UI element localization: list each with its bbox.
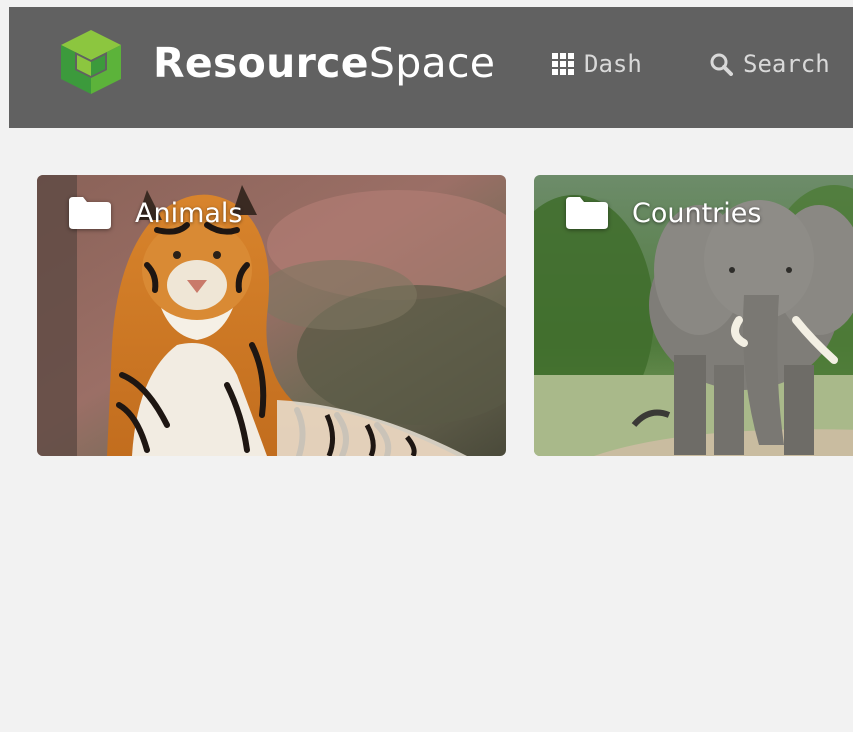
- brand-name[interactable]: ResourceSpace: [153, 38, 495, 88]
- collection-tile-animals[interactable]: Animals: [37, 175, 506, 456]
- nav-search-label: Search: [743, 50, 830, 78]
- nav-dash-label: Dash: [584, 50, 642, 78]
- tile-label-countries: Countries: [566, 197, 761, 229]
- tile-title-animals: Animals: [135, 197, 243, 229]
- folder-icon: [566, 197, 608, 229]
- search-icon: [710, 53, 733, 76]
- app-frame: ResourceSpace Dash Search Animals Countr…: [0, 0, 853, 732]
- resourcespace-cube-logo-icon[interactable]: [55, 28, 127, 96]
- collection-tile-countries[interactable]: Countries: [534, 175, 853, 456]
- brand-name-light: Space: [368, 39, 496, 87]
- folder-icon: [69, 197, 111, 229]
- top-header: ResourceSpace Dash Search: [9, 7, 853, 128]
- grid-icon: [552, 53, 574, 75]
- brand-name-bold: Resource: [153, 39, 369, 87]
- tile-label-animals: Animals: [69, 197, 243, 229]
- nav-search-link[interactable]: Search: [709, 49, 830, 79]
- nav-dash-link[interactable]: Dash: [552, 49, 642, 79]
- tile-title-countries: Countries: [632, 197, 762, 229]
